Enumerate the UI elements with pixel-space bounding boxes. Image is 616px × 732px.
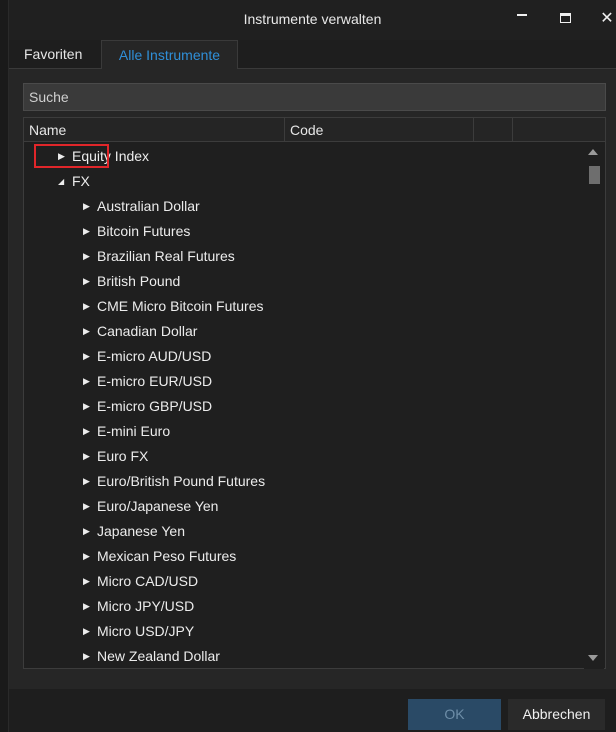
highlight-box	[34, 144, 109, 168]
tree-item-label: E-micro GBP/USD	[97, 398, 213, 414]
tree-item[interactable]: ▶ Canadian Dollar	[83, 319, 197, 344]
column-header-code[interactable]: Code	[285, 118, 474, 142]
tab-bar: Favoriten Alle Instrumente	[9, 40, 616, 70]
tree-item[interactable]: ▶ New Zealand Dollar	[83, 644, 220, 668]
tree-item-label: Euro/Japanese Yen	[97, 498, 219, 514]
scroll-up-icon[interactable]	[588, 149, 598, 155]
tree-item-label: CME Micro Bitcoin Futures	[97, 298, 264, 314]
collapsed-triangle-icon[interactable]: ▶	[83, 394, 97, 419]
search-input[interactable]	[23, 83, 606, 111]
tree-item[interactable]: ▶ E-micro GBP/USD	[83, 394, 212, 419]
collapsed-triangle-icon[interactable]: ▶	[83, 469, 97, 494]
tree-item-label: Euro FX	[97, 448, 149, 464]
tree-item[interactable]: ▶ CME Micro Bitcoin Futures	[83, 294, 263, 319]
column-header-extra[interactable]	[474, 118, 513, 142]
collapsed-triangle-icon[interactable]: ▶	[83, 369, 97, 394]
collapsed-triangle-icon[interactable]: ▶	[83, 619, 97, 644]
column-header-name[interactable]: Name	[24, 118, 285, 142]
tab-favoriten[interactable]: Favoriten	[10, 40, 96, 69]
tree-item-label: Euro/British Pound Futures	[97, 473, 266, 489]
tree-item[interactable]: ▶ Brazilian Real Futures	[83, 244, 235, 269]
tree-item-label: Canadian Dollar	[97, 323, 198, 339]
tree-item[interactable]: ▶ Australian Dollar	[83, 194, 200, 219]
collapsed-triangle-icon[interactable]: ▶	[83, 444, 97, 469]
close-button[interactable]: ✕	[594, 6, 616, 30]
collapsed-triangle-icon[interactable]: ▶	[83, 519, 97, 544]
scroll-down-icon[interactable]	[588, 655, 598, 661]
tree-item-label: FX	[72, 173, 90, 189]
tree-item[interactable]: ▶ E-mini Euro	[83, 419, 170, 444]
tree-item-label: E-micro EUR/USD	[97, 373, 213, 389]
maximize-button[interactable]	[552, 6, 578, 30]
dialog-footer: OK Abbrechen	[9, 689, 616, 732]
tree-item[interactable]: ▶ Micro JPY/USD	[83, 594, 194, 619]
tree-item-label: Bitcoin Futures	[97, 223, 191, 239]
tree-item[interactable]: ▶ Bitcoin Futures	[83, 219, 190, 244]
tree-item[interactable]: ▶ Japanese Yen	[83, 519, 185, 544]
scrollbar-thumb[interactable]	[589, 166, 600, 184]
expanded-triangle-icon[interactable]: ◢	[58, 169, 72, 194]
collapsed-triangle-icon[interactable]: ▶	[83, 319, 97, 344]
tree-item[interactable]: ▶ Micro USD/JPY	[83, 619, 194, 644]
tree-item[interactable]: ▶ Micro CAD/USD	[83, 569, 198, 594]
tree-item[interactable]: ▶ E-micro EUR/USD	[83, 369, 212, 394]
collapsed-triangle-icon[interactable]: ▶	[83, 544, 97, 569]
collapsed-triangle-icon[interactable]: ▶	[83, 244, 97, 269]
tree-rows: ▶ Equity Index ◢ FX ▶ Australian Dollar ▶ Bitco…	[24, 143, 584, 668]
tree-item-label: Australian Dollar	[97, 198, 200, 214]
tree-item-label: New Zealand Dollar	[97, 648, 220, 664]
collapsed-triangle-icon[interactable]: ▶	[83, 194, 97, 219]
tree-item-label: E-micro AUD/USD	[97, 348, 212, 364]
maximize-icon	[559, 13, 571, 23]
tree-item[interactable]: ▶ British Pound	[83, 269, 180, 294]
collapsed-triangle-icon[interactable]: ▶	[83, 344, 97, 369]
tree-item-label: Micro USD/JPY	[97, 623, 195, 639]
tree-item-label: Japanese Yen	[97, 523, 185, 539]
collapsed-triangle-icon[interactable]: ▶	[83, 419, 97, 444]
vertical-scrollbar[interactable]	[584, 143, 604, 669]
tree-item[interactable]: ▶ E-micro AUD/USD	[83, 344, 211, 369]
collapsed-triangle-icon[interactable]: ▶	[83, 219, 97, 244]
collapsed-triangle-icon[interactable]: ▶	[83, 494, 97, 519]
tab-alle-instrumente[interactable]: Alle Instrumente	[101, 40, 238, 70]
column-header-extra[interactable]	[513, 118, 605, 142]
tree-item[interactable]: ▶ Euro FX	[83, 444, 148, 469]
tree-item-label: Micro JPY/USD	[97, 598, 195, 614]
background-window-edge	[0, 0, 9, 732]
minimize-button[interactable]	[509, 6, 535, 30]
minimize-icon	[517, 14, 527, 16]
collapsed-triangle-icon[interactable]: ▶	[83, 594, 97, 619]
tree-item[interactable]: ▶ Euro/Japanese Yen	[83, 494, 218, 519]
collapsed-triangle-icon[interactable]: ▶	[83, 294, 97, 319]
cancel-button[interactable]: Abbrechen	[508, 699, 605, 730]
tree-item-label: Mexican Peso Futures	[97, 548, 237, 564]
close-icon: ✕	[600, 10, 614, 27]
collapsed-triangle-icon[interactable]: ▶	[83, 644, 97, 668]
tree-item-label: British Pound	[97, 273, 181, 289]
tree-item-label: Brazilian Real Futures	[97, 248, 235, 264]
ok-button[interactable]: OK	[408, 699, 501, 730]
collapsed-triangle-icon[interactable]: ▶	[83, 269, 97, 294]
instrument-tree: Name Code ▶ Equity Index ◢ FX ▶ Australian Do…	[23, 117, 606, 669]
column-header: Name Code	[24, 118, 605, 142]
tree-item-label: Micro CAD/USD	[97, 573, 199, 589]
tree-item[interactable]: ▶ Mexican Peso Futures	[83, 544, 236, 569]
tree-item-label: E-mini Euro	[97, 423, 171, 439]
tree-item[interactable]: ▶ Euro/British Pound Futures	[83, 469, 265, 494]
title-bar: Instrumente verwalten ✕	[9, 0, 616, 40]
collapsed-triangle-icon[interactable]: ▶	[83, 569, 97, 594]
tree-item[interactable]: ◢ FX	[58, 169, 90, 194]
